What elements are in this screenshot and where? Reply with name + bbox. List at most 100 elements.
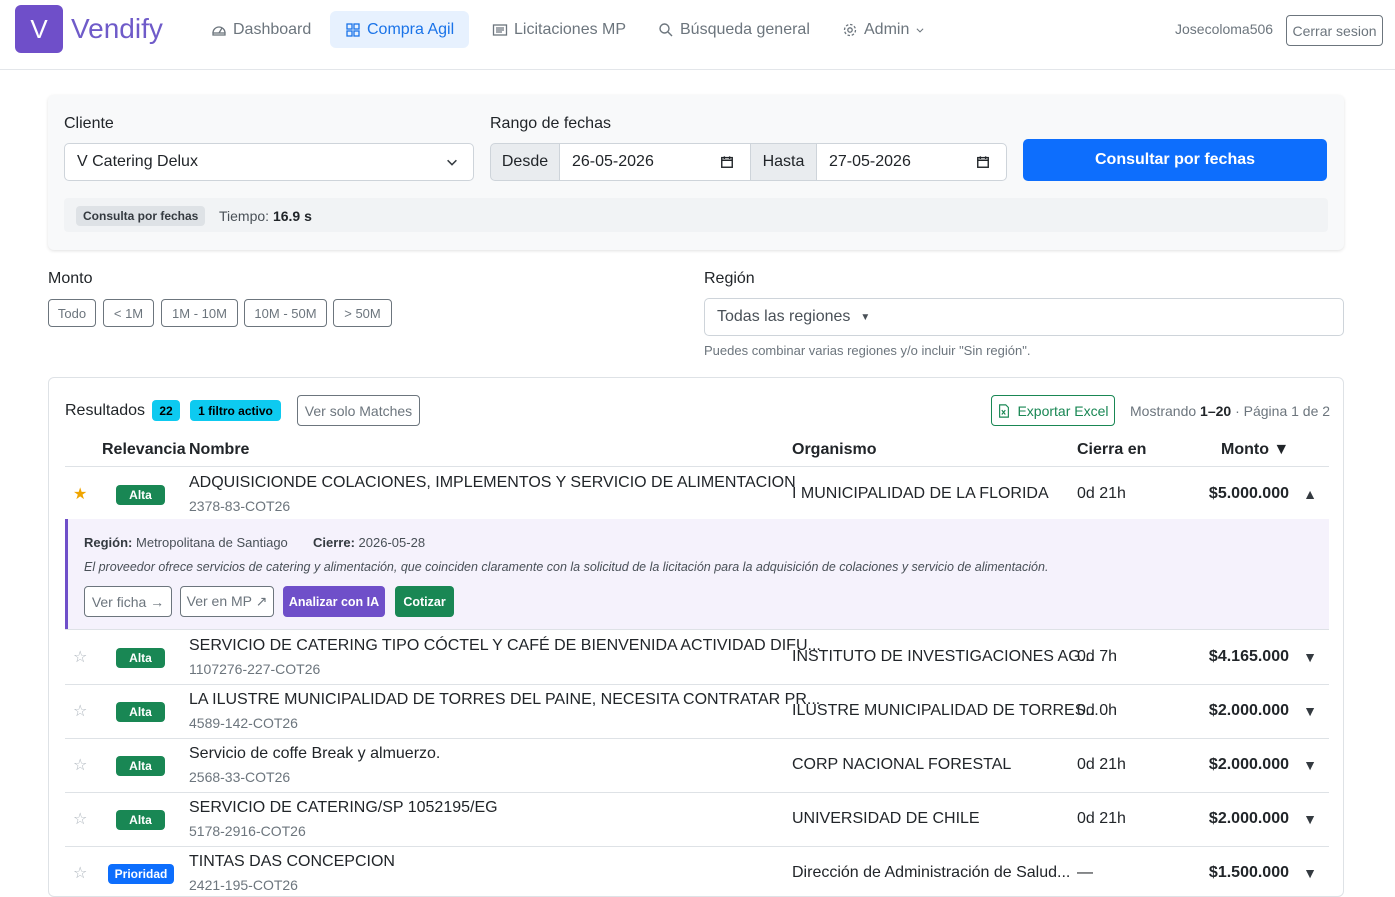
table-row[interactable]: ☆ Alta Servicio de coffe Break y almuerz… bbox=[65, 738, 1329, 792]
cotizar-button[interactable]: Cotizar bbox=[395, 586, 454, 617]
cliente-select[interactable]: V Catering Delux bbox=[64, 143, 474, 181]
region-select[interactable]: Todas las regiones ▼ bbox=[704, 298, 1344, 336]
table-row[interactable]: ☆ Alta SERVICIO DE CATERING TIPO CÓCTEL … bbox=[65, 630, 1329, 684]
analizar-ia-button[interactable]: Analizar con IA bbox=[283, 586, 385, 617]
consultar-button[interactable]: Consultar por fechas bbox=[1023, 139, 1327, 181]
row-cierra: 0d 21h bbox=[1077, 485, 1126, 502]
nav-compra-agil[interactable]: Compra Agil bbox=[330, 11, 470, 48]
logo-mark[interactable]: V bbox=[15, 5, 63, 53]
matches-only-button[interactable]: Ver solo Matches bbox=[297, 395, 420, 426]
expand-toggle-icon[interactable]: ▼ bbox=[1303, 811, 1317, 827]
star-icon[interactable]: ☆ bbox=[73, 755, 87, 775]
row-code: 1107276-227-COT26 bbox=[189, 661, 321, 677]
row-organismo: INSTITUTO DE INVESTIGACIONES AG... bbox=[792, 648, 1094, 665]
table-row[interactable]: ★ Alta ADQUISICIONDE COLACIONES, IMPLEME… bbox=[65, 467, 1329, 519]
desde-addon: Desde bbox=[490, 143, 560, 181]
hasta-date-input[interactable]: 27-05-2026 bbox=[816, 143, 1007, 181]
row-monto: $2.000.000 bbox=[1208, 702, 1289, 719]
table-row[interactable]: ☆ Prioridad TINTAS DAS CONCEPCION 2421-1… bbox=[65, 846, 1329, 896]
relevance-badge: Prioridad bbox=[108, 864, 174, 884]
desde-date-input[interactable]: 26-05-2026 bbox=[559, 143, 751, 181]
star-icon[interactable]: ☆ bbox=[73, 647, 87, 667]
row-organismo: ILUSTRE MUNICIPALIDAD DE TORRES... bbox=[792, 702, 1099, 719]
star-icon[interactable]: ☆ bbox=[73, 701, 87, 721]
nav-licitaciones[interactable]: Licitaciones MP bbox=[477, 11, 641, 48]
export-excel-button[interactable]: Exportar Excel bbox=[991, 395, 1115, 426]
row-organismo: CORP NACIONAL FORESTAL bbox=[792, 756, 1012, 773]
collapse-toggle-icon[interactable]: ▲ bbox=[1303, 486, 1317, 502]
excel-file-icon bbox=[999, 403, 1010, 418]
showing-suffix: · Página 1 de 2 bbox=[1235, 403, 1331, 419]
row-code: 2568-33-COT26 bbox=[189, 769, 291, 785]
username: Josecoloma506 bbox=[1175, 21, 1274, 37]
expand-toggle-icon[interactable]: ▼ bbox=[1303, 649, 1317, 665]
showing-prefix: Mostrando bbox=[1130, 403, 1197, 419]
tiempo-label: Tiempo: bbox=[219, 208, 270, 224]
row-monto: $2.000.000 bbox=[1208, 810, 1289, 827]
chevron-down-icon bbox=[447, 159, 457, 166]
row-name[interactable]: TINTAS DAS CONCEPCION bbox=[189, 853, 395, 871]
monto-10m-50m-button[interactable]: 10M - 50M bbox=[244, 299, 327, 327]
relevance-badge: Alta bbox=[116, 648, 165, 668]
nav-busqueda[interactable]: Búsqueda general bbox=[643, 11, 825, 48]
star-icon[interactable]: ☆ bbox=[73, 809, 87, 829]
row-code: 2421-195-COT26 bbox=[189, 877, 298, 893]
row-name[interactable]: Servicio de coffe Break y almuerzo. bbox=[189, 745, 440, 763]
expand-toggle-icon[interactable]: ▼ bbox=[1303, 865, 1317, 881]
row-cierra: 0d 7h bbox=[1077, 648, 1118, 665]
monto-lt1m-button[interactable]: < 1M bbox=[103, 299, 154, 327]
row-cierra: 0d 21h bbox=[1077, 810, 1126, 827]
list-icon bbox=[492, 23, 508, 36]
nav-compra-agil-label: Compra Agil bbox=[367, 20, 455, 38]
rango-label: Rango de fechas bbox=[490, 115, 611, 132]
star-icon[interactable]: ★ bbox=[73, 484, 87, 504]
ver-ficha-button[interactable]: Ver ficha → bbox=[84, 586, 172, 617]
row-organismo: I MUNICIPALIDAD DE LA FLORIDA bbox=[792, 485, 1049, 502]
nav-dashboard[interactable]: Dashboard bbox=[196, 11, 326, 48]
star-icon[interactable]: ☆ bbox=[73, 863, 87, 883]
row-organismo: UNIVERSIDAD DE CHILE bbox=[792, 810, 980, 827]
monto-1m-10m-button[interactable]: 1M - 10M bbox=[161, 299, 238, 327]
grid-icon bbox=[346, 22, 360, 37]
table-row[interactable]: ☆ Alta LA ILUSTRE MUNICIPALIDAD DE TORRE… bbox=[65, 684, 1329, 738]
row-cierra: — bbox=[1077, 864, 1093, 881]
row-name[interactable]: ADQUISICIONDE COLACIONES, IMPLEMENTOS Y … bbox=[189, 474, 796, 492]
monto-todo-button[interactable]: Todo bbox=[48, 299, 96, 327]
search-icon bbox=[659, 22, 673, 36]
row-detail-panel: Región: Metropolitana de Santiago Cierre… bbox=[65, 519, 1329, 629]
col-relevancia[interactable]: Relevancia bbox=[102, 441, 186, 459]
chevron-down-icon bbox=[916, 27, 924, 33]
col-nombre[interactable]: Nombre bbox=[189, 441, 249, 459]
nav-admin[interactable]: Admin bbox=[827, 11, 940, 48]
expand-toggle-icon[interactable]: ▼ bbox=[1303, 703, 1317, 719]
col-organismo[interactable]: Organismo bbox=[792, 441, 876, 459]
detail-description: El proveedor ofrece servicios de caterin… bbox=[84, 560, 1049, 574]
row-code: 4589-142-COT26 bbox=[189, 715, 298, 731]
col-monto[interactable]: Monto ▼ bbox=[1221, 441, 1289, 459]
row-monto: $5.000.000 bbox=[1208, 485, 1289, 502]
calendar-icon[interactable] bbox=[976, 155, 990, 169]
table-row[interactable]: ☆ Alta SERVICIO DE CATERING/SP 1052195/E… bbox=[65, 792, 1329, 846]
results-title: Resultados bbox=[65, 402, 146, 419]
row-code: 5178-2916-COT26 bbox=[189, 823, 306, 839]
ver-mp-button[interactable]: Ver en MP ↗ bbox=[180, 586, 274, 617]
calendar-icon[interactable] bbox=[720, 155, 734, 169]
row-name[interactable]: LA ILUSTRE MUNICIPALIDAD DE TORRES DEL P… bbox=[189, 691, 820, 709]
filter-active-badge: 1 filtro activo bbox=[190, 400, 281, 421]
col-cierra[interactable]: Cierra en bbox=[1077, 441, 1146, 459]
row-monto: $4.165.000 bbox=[1208, 648, 1289, 665]
expand-toggle-icon[interactable]: ▼ bbox=[1303, 757, 1317, 773]
region-help-text: Puedes combinar varias regiones y/o incl… bbox=[704, 343, 1031, 358]
query-mode-badge: Consulta por fechas bbox=[76, 206, 206, 226]
row-name[interactable]: SERVICIO DE CATERING TIPO CÓCTEL Y CAFÉ … bbox=[189, 637, 821, 655]
logout-button[interactable]: Cerrar sesion bbox=[1286, 15, 1383, 46]
relevance-badge: Alta bbox=[116, 756, 165, 776]
app-name[interactable]: Vendify bbox=[71, 13, 163, 45]
pagination-info: Mostrando 1–20 · Página 1 de 2 bbox=[1130, 403, 1330, 419]
region-label: Región bbox=[704, 270, 755, 287]
hasta-value: 27-05-2026 bbox=[829, 153, 911, 170]
monto-gt50m-button[interactable]: > 50M bbox=[333, 299, 392, 327]
nav-licitaciones-label: Licitaciones MP bbox=[514, 20, 627, 38]
row-name[interactable]: SERVICIO DE CATERING/SP 1052195/EG bbox=[189, 799, 498, 817]
detail-cierre: Cierre: 2026-05-28 bbox=[313, 535, 425, 550]
